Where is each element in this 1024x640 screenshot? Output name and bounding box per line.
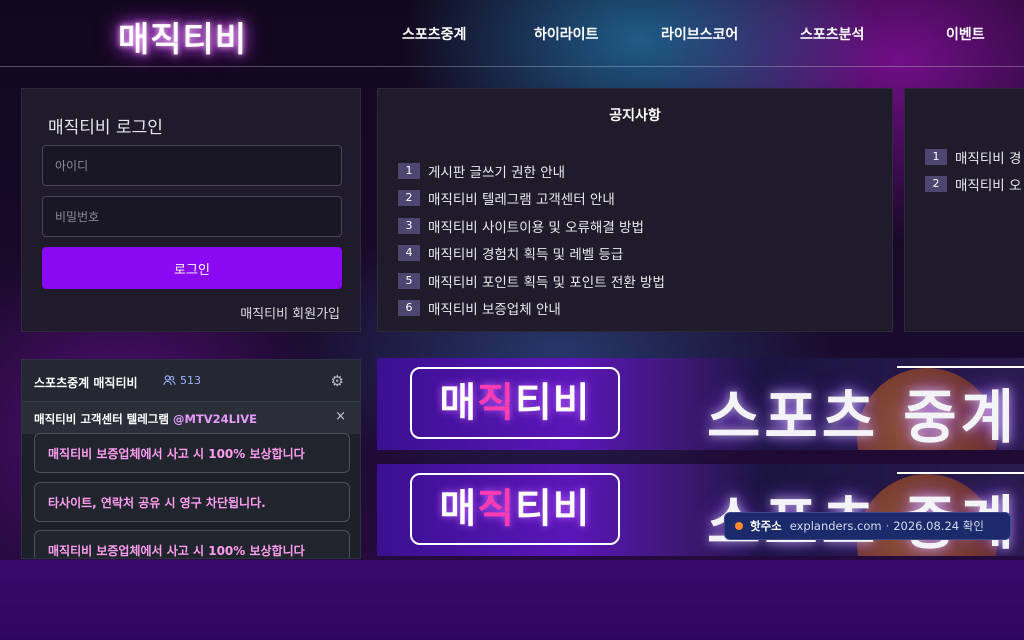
telegram-handle[interactable]: @MTV24LIVE [173, 412, 257, 426]
notice-item[interactable]: 1 게시판 글쓰기 권한 안내 [398, 157, 665, 185]
promo-banner[interactable]: 매직티비 스포츠 중계 [377, 358, 1024, 450]
nav-sports-analysis[interactable]: 스포츠분석 [800, 24, 864, 44]
notice-number: 6 [398, 300, 420, 317]
banner-divider [897, 366, 1024, 368]
banner-logo-accent: 직 [477, 380, 515, 426]
notice-item[interactable]: 5 매직티비 포인트 획득 및 포인트 전환 방법 [398, 267, 665, 295]
notice-number: 4 [398, 245, 420, 262]
banner-divider [897, 472, 1024, 474]
toast-date: 2026.08.24 확인 [893, 519, 984, 533]
user-count-value: 513 [180, 374, 201, 387]
notice-item[interactable]: 4 매직티비 경험치 획득 및 레벨 등급 [398, 240, 665, 268]
banner-logo-part: 티비 [515, 380, 591, 426]
banner-logo-part: 매 [439, 380, 478, 426]
chat-notice-bar: 매직티비 고객센터 텔레그램 @MTV24LIVE × [22, 402, 360, 434]
side-notice-item[interactable]: 1 매직티비 경 [925, 143, 1021, 171]
dot-icon [735, 522, 743, 530]
notice-text: 매직티비 텔레그램 고객센터 안내 [428, 192, 615, 209]
password-input[interactable] [42, 196, 342, 237]
chat-message: 타사이트, 연락처 공유 시 영구 차단됩니다. [34, 482, 350, 522]
chat-notice-label: 매직티비 고객센터 텔레그램 [34, 412, 173, 426]
notice-text: 매직티비 오 [955, 178, 1022, 195]
chat-title: 스포츠중계 매직티비 [34, 376, 138, 390]
users-icon [163, 375, 176, 386]
top-header: 매직티비 스포츠중계 하이라이트 라이브스코어 스포츠분석 이벤트 [0, 0, 1024, 67]
promo-banner[interactable]: 매직티비 스포츠 중계 [377, 464, 1024, 556]
nav-events[interactable]: 이벤트 [946, 24, 985, 44]
login-panel: 매직티비 로그인 로그인 매직티비 회원가입 [21, 88, 361, 332]
user-count: 513 [163, 374, 201, 387]
banner-logo: 매직티비 [410, 473, 620, 545]
page-bottom [0, 560, 1024, 640]
chat-message: 매직티비 보증업체에서 사고 시 100% 보상합니다 [34, 530, 350, 558]
banner-logo: 매직티비 [410, 367, 620, 439]
notice-number: 1 [398, 162, 420, 179]
banner-headline: 스포츠 중계 [707, 383, 1018, 450]
notice-number: 3 [398, 217, 420, 234]
banner-logo-part: 티비 [515, 486, 591, 532]
chat-notice-text: 매직티비 고객센터 텔레그램 @MTV24LIVE [34, 411, 257, 427]
banner-logo-accent: 직 [477, 486, 515, 532]
hot-address-toast[interactable]: 핫주소 explanders.com · 2026.08.24 확인 [724, 512, 1011, 540]
notice-text: 매직티비 포인트 획득 및 포인트 전환 방법 [428, 274, 665, 291]
username-input[interactable] [42, 145, 342, 186]
notice-text: 매직티비 경 [955, 150, 1022, 167]
notice-title: 공지사항 [609, 108, 661, 124]
notice-list: 1 게시판 글쓰기 권한 안내 2 매직티비 텔레그램 고객센터 안내 3 매직티비 … [398, 157, 665, 322]
notice-panel: 공지사항 1 게시판 글쓰기 권한 안내 2 매직티비 텔레그램 고객센터 안내 3… [377, 88, 893, 332]
nav-livescore[interactable]: 라이브스코어 [661, 24, 738, 44]
toast-label: 핫주소 [750, 519, 782, 533]
banner-logo-part: 매 [439, 486, 478, 532]
notice-number: 2 [925, 176, 947, 193]
site-logo[interactable]: 매직티비 [118, 12, 247, 61]
nav-sports-broadcast[interactable]: 스포츠중계 [402, 24, 466, 44]
notice-text: 매직티비 보증업체 안내 [428, 302, 561, 319]
notice-number: 1 [925, 148, 947, 165]
notice-text: 게시판 글쓰기 권한 안내 [428, 164, 566, 181]
side-notice-panel: 1 매직티비 경 2 매직티비 오 [904, 88, 1024, 332]
close-icon[interactable]: × [335, 409, 346, 424]
chat-header: 스포츠중계 매직티비 513 ⚙ [22, 360, 360, 402]
login-title: 매직티비 로그인 [48, 118, 163, 138]
side-notice-list: 1 매직티비 경 2 매직티비 오 [925, 143, 1021, 198]
side-notice-item[interactable]: 2 매직티비 오 [925, 171, 1021, 199]
notice-item[interactable]: 2 매직티비 텔레그램 고객센터 안내 [398, 185, 665, 213]
notice-number: 2 [398, 190, 420, 207]
chat-message: 매직티비 보증업체에서 사고 시 100% 보상합니다 [34, 433, 350, 473]
gear-icon[interactable]: ⚙ [331, 372, 344, 390]
toast-separator: · [885, 519, 890, 533]
notice-number: 5 [398, 272, 420, 289]
notice-item[interactable]: 3 매직티비 사이트이용 및 오류해결 방법 [398, 212, 665, 240]
toast-url[interactable]: explanders.com [790, 519, 882, 533]
signup-link[interactable]: 매직티비 회원가입 [240, 303, 340, 322]
notice-item[interactable]: 6 매직티비 보증업체 안내 [398, 295, 665, 323]
nav-highlights[interactable]: 하이라이트 [534, 24, 598, 44]
notice-text: 매직티비 사이트이용 및 오류해결 방법 [428, 219, 644, 236]
notice-text: 매직티비 경험치 획득 및 레벨 등급 [428, 247, 624, 264]
login-button[interactable]: 로그인 [42, 247, 342, 289]
chat-widget: 스포츠중계 매직티비 513 ⚙ 매직티비 고객센터 텔레그램 @MTV24LI… [21, 359, 361, 559]
